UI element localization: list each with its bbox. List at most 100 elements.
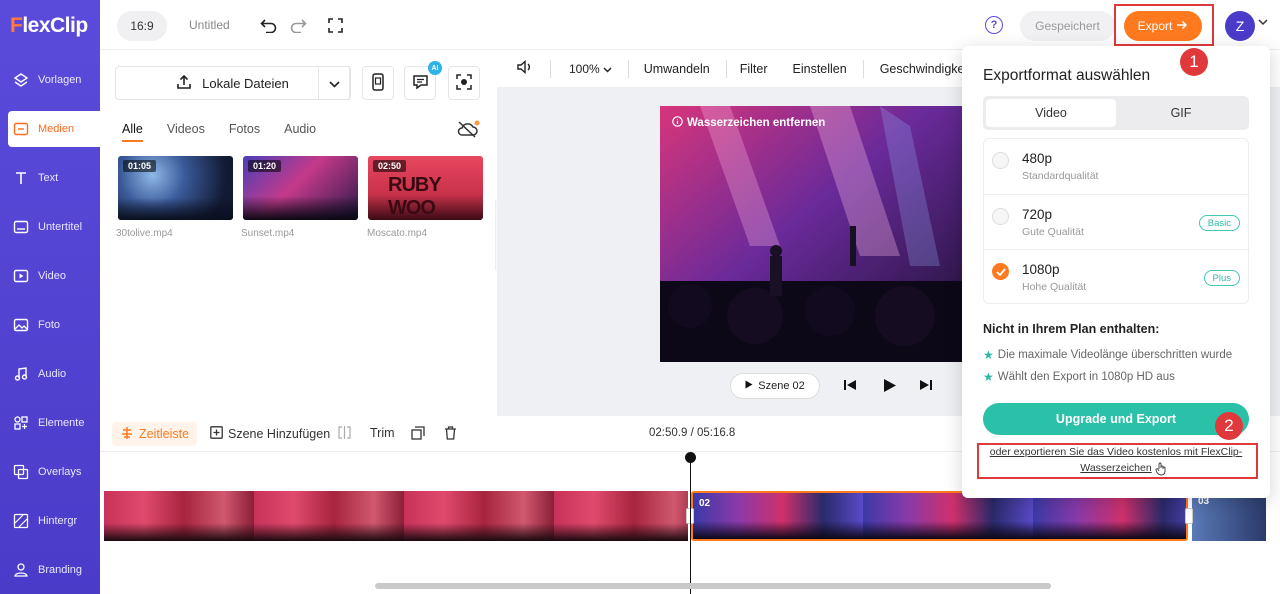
sidebar-item-templates[interactable]: Vorlagen [8,62,100,98]
watermark-label: Wasserzeichen entfernen [687,117,826,129]
concert-frame [660,106,962,362]
tab-all[interactable]: Alle [122,122,143,142]
audio-icon [12,365,30,383]
elements-icon [12,414,30,432]
sidebar-item-background[interactable]: Hintergr [8,503,100,539]
radio-button[interactable] [992,208,1009,225]
playhead[interactable] [690,452,691,594]
sidebar-item-label: Elemente [38,417,85,429]
remove-watermark-button[interactable]: Wasserzeichen entfernen [672,116,825,130]
redo-icon[interactable] [288,15,308,35]
transform-button[interactable]: Umwandeln [644,62,710,76]
speed-button[interactable]: Geschwindigkeit [880,62,971,76]
horizontal-scrollbar[interactable] [375,583,1051,589]
annotation-step-1: 1 [1180,48,1208,76]
skip-forward-icon[interactable] [919,378,933,395]
quality-option-720p[interactable]: 720p Gute Qualität Basic [984,194,1250,249]
scene-label: Szene 02 [758,380,805,392]
media-thumbnail[interactable]: 01:20 [243,156,358,220]
fullscreen-icon[interactable] [325,15,345,35]
saved-status: Gespeichert [1020,11,1115,41]
timecode: 02:50.9 / 05:16.8 [649,427,736,439]
adjust-button[interactable]: Einstellen [793,62,847,76]
quality-option-1080p[interactable]: 1080p Hohe Qualität Plus [984,249,1250,304]
aspect-ratio-button[interactable]: 16:9 [117,11,167,41]
flexclip-logo[interactable]: FlexClip [10,14,88,38]
clip-trim-handle-right[interactable] [1185,508,1193,524]
play-icon[interactable] [883,378,897,396]
sidebar-item-subtitles[interactable]: Untertitel [8,209,100,245]
duplicate-icon[interactable] [411,426,425,440]
screen-record-button[interactable] [448,66,480,100]
plan-badge: Plus [1203,270,1240,286]
annotation-highlight-free-export [977,443,1258,479]
sidebar-item-elements[interactable]: Elemente [8,405,100,441]
zoom-level[interactable]: 100% [569,62,600,76]
annotation-highlight-export [1114,4,1214,46]
skip-back-icon[interactable] [843,378,857,395]
upgrade-and-export-button[interactable]: Upgrade und Export [983,403,1249,435]
tab-photos[interactable]: Fotos [229,122,260,142]
timeline-icon [120,426,134,443]
avatar[interactable]: Z [1225,11,1255,41]
media-thumbnail[interactable]: RUBY WOO 02:50 [368,156,483,220]
upload-local-files-button[interactable]: Lokale Dateien [115,66,350,100]
phone-upload-button[interactable] [362,66,394,100]
project-title[interactable]: Untitled [189,18,230,32]
star-icon: ★ [983,348,994,362]
chevron-down-icon[interactable] [603,61,612,76]
tab-videos[interactable]: Videos [167,122,205,142]
help-icon[interactable]: ? [985,16,1003,34]
video-preview[interactable]: Wasserzeichen entfernen [660,106,962,362]
branding-icon [12,561,30,579]
chevron-down-icon [329,76,340,91]
sidebar-item-audio[interactable]: Audio [8,356,100,392]
quality-name: 480p [1022,151,1053,166]
sidebar-item-label: Medien [38,123,75,135]
volume-icon[interactable] [517,59,533,77]
phone-icon [372,72,384,94]
add-box-icon [210,426,223,442]
upload-options-dropdown[interactable] [318,66,351,100]
play-icon [745,380,753,392]
feature-text: Wählt den Export in 1080p HD aus [997,371,1175,383]
overlays-icon [12,463,30,481]
delete-icon[interactable] [444,426,457,440]
sidebar-item-branding[interactable]: Branding [8,552,100,588]
playhead-handle[interactable] [685,452,696,463]
sidebar-item-video[interactable]: Video [8,258,100,294]
clip-number: 02 [699,498,711,509]
photo-icon [12,316,30,334]
filter-button[interactable]: Filter [740,62,768,76]
format-video-option[interactable]: Video [986,99,1116,127]
scene-play-button[interactable]: Szene 02 [730,373,820,399]
chevron-down-icon[interactable] [1258,18,1268,29]
radio-button[interactable] [992,152,1009,169]
format-gif-option[interactable]: GIF [1116,99,1246,127]
quality-name: 720p [1022,207,1053,222]
add-scene-button[interactable]: Szene Hinzufügen [210,426,330,442]
sidebar-item-media[interactable]: Medien [8,111,100,147]
quality-list: 480p Standardqualität 720p Gute Qualität… [983,138,1250,304]
upload-icon [176,74,192,93]
timeline-clip-selected[interactable]: 02 [691,491,1188,541]
undo-icon[interactable] [258,15,278,35]
trim-button[interactable]: Trim [370,426,395,440]
info-icon [672,116,683,130]
split-icon[interactable] [338,426,351,439]
sidebar-item-photo[interactable]: Foto [8,307,100,343]
top-bar: 16:9 Untitled ? Gespeichert Export Z [100,0,1280,50]
timeline-clip[interactable] [104,491,688,541]
radio-button-checked[interactable] [992,263,1009,280]
sidebar-item-label: Audio [38,368,67,380]
timeline-clip[interactable]: 03 [1192,491,1266,541]
media-thumbnail[interactable]: 01:05 [118,156,233,220]
sidebar-item-overlays[interactable]: Overlays [8,454,100,490]
tab-audio[interactable]: Audio [284,122,316,142]
sidebar-item-label: Untertitel [38,221,83,233]
timeline-tab[interactable]: Zeitleiste [112,422,198,446]
cloud-off-icon[interactable] [456,120,480,141]
quality-option-480p[interactable]: 480p Standardqualität [984,139,1250,194]
annotation-step-2: 2 [1215,412,1243,440]
sidebar-item-text[interactable]: Text [8,160,100,196]
